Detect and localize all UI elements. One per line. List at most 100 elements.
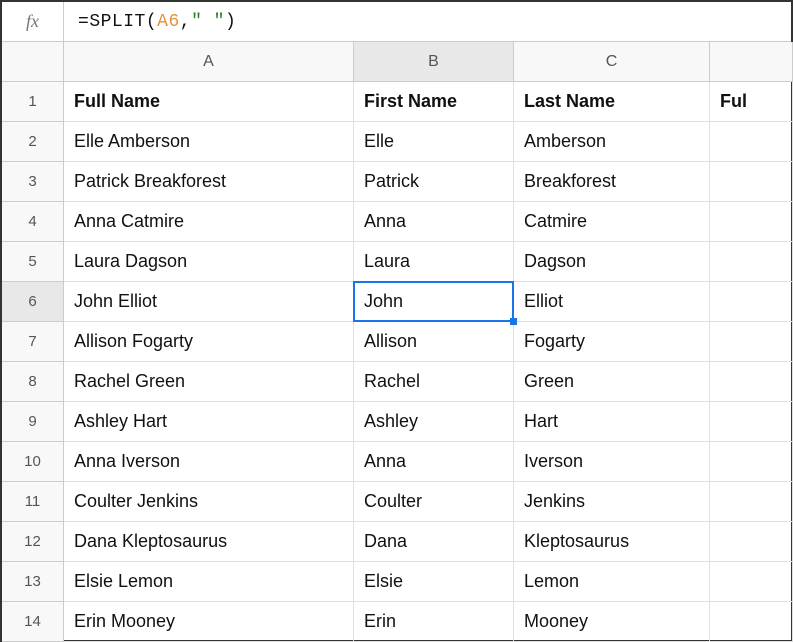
row-header-3[interactable]: 3	[2, 162, 64, 202]
cell[interactable]: Patrick	[354, 162, 514, 202]
corner-cell[interactable]	[2, 42, 64, 82]
cell[interactable]: Amberson	[514, 122, 710, 162]
cell[interactable]: Coulter Jenkins	[64, 482, 354, 522]
row-header-9[interactable]: 9	[2, 402, 64, 442]
formula-str: " "	[191, 12, 225, 32]
col-header-b[interactable]: B	[354, 42, 514, 82]
formula-open: (	[146, 12, 157, 32]
cell[interactable]: Ful	[710, 82, 793, 122]
cell[interactable]	[710, 122, 793, 162]
row-header-1[interactable]: 1	[2, 82, 64, 122]
row-header-2[interactable]: 2	[2, 122, 64, 162]
row-header-14[interactable]: 14	[2, 602, 64, 642]
table-row: 10 Anna Iverson Anna Iverson	[2, 442, 791, 482]
cell[interactable]: Patrick Breakforest	[64, 162, 354, 202]
cell[interactable]: Erin Mooney	[64, 602, 354, 642]
formula-input[interactable]: =SPLIT(A6," ")	[64, 2, 791, 41]
cell[interactable]: Anna Catmire	[64, 202, 354, 242]
row-header-4[interactable]: 4	[2, 202, 64, 242]
spreadsheet-grid: A B C 1 Full Name First Name Last Name F…	[2, 42, 791, 642]
cell[interactable]: Jenkins	[514, 482, 710, 522]
cell[interactable]	[710, 282, 793, 322]
table-row: 4 Anna Catmire Anna Catmire	[2, 202, 791, 242]
cell[interactable]: Iverson	[514, 442, 710, 482]
fx-icon: fx	[2, 2, 64, 41]
row-header-6[interactable]: 6	[2, 282, 64, 322]
cell[interactable]: Catmire	[514, 202, 710, 242]
cell[interactable]: Full Name	[64, 82, 354, 122]
cell[interactable]	[710, 522, 793, 562]
cell[interactable]	[710, 162, 793, 202]
cell[interactable]: Ashley Hart	[64, 402, 354, 442]
cell[interactable]	[710, 362, 793, 402]
cell[interactable]: Dana	[354, 522, 514, 562]
cell-selected[interactable]: John	[354, 282, 514, 322]
row-header-8[interactable]: 8	[2, 362, 64, 402]
table-row: 12 Dana Kleptosaurus Dana Kleptosaurus	[2, 522, 791, 562]
table-row: 3 Patrick Breakforest Patrick Breakfores…	[2, 162, 791, 202]
cell[interactable]: Rachel	[354, 362, 514, 402]
table-row: 13 Elsie Lemon Elsie Lemon	[2, 562, 791, 602]
cell[interactable]	[710, 562, 793, 602]
selection-handle[interactable]	[510, 318, 517, 325]
table-row: 8 Rachel Green Rachel Green	[2, 362, 791, 402]
cell[interactable]: Kleptosaurus	[514, 522, 710, 562]
cell[interactable]: Elsie	[354, 562, 514, 602]
table-row: 11 Coulter Jenkins Coulter Jenkins	[2, 482, 791, 522]
cell[interactable]: Laura	[354, 242, 514, 282]
row-header-10[interactable]: 10	[2, 442, 64, 482]
cell[interactable]: Mooney	[514, 602, 710, 642]
cell[interactable]: Erin	[354, 602, 514, 642]
table-row: 5 Laura Dagson Laura Dagson	[2, 242, 791, 282]
cell[interactable]: Laura Dagson	[64, 242, 354, 282]
col-header-d[interactable]	[710, 42, 793, 82]
formula-ref: A6	[157, 12, 180, 32]
cell[interactable]: John Elliot	[64, 282, 354, 322]
table-row: 6 John Elliot John Elliot	[2, 282, 791, 322]
column-headers-row: A B C	[2, 42, 791, 82]
cell[interactable]: Anna Iverson	[64, 442, 354, 482]
cell[interactable]: Hart	[514, 402, 710, 442]
cell[interactable]: Dana Kleptosaurus	[64, 522, 354, 562]
cell[interactable]: Dagson	[514, 242, 710, 282]
row-header-5[interactable]: 5	[2, 242, 64, 282]
cell[interactable]: Lemon	[514, 562, 710, 602]
cell[interactable]: Allison	[354, 322, 514, 362]
formula-bar: fx =SPLIT(A6," ")	[2, 2, 791, 42]
cell[interactable]: Rachel Green	[64, 362, 354, 402]
cell[interactable]	[710, 402, 793, 442]
row-header-13[interactable]: 13	[2, 562, 64, 602]
cell[interactable]: Elliot	[514, 282, 710, 322]
cell[interactable]: Coulter	[354, 482, 514, 522]
cell[interactable]: Breakforest	[514, 162, 710, 202]
row-header-7[interactable]: 7	[2, 322, 64, 362]
cell[interactable]: Green	[514, 362, 710, 402]
cell[interactable]: Ashley	[354, 402, 514, 442]
col-header-c[interactable]: C	[514, 42, 710, 82]
cell[interactable]	[710, 482, 793, 522]
cell[interactable]: Allison Fogarty	[64, 322, 354, 362]
formula-fn: SPLIT	[89, 12, 146, 32]
cell[interactable]: Elsie Lemon	[64, 562, 354, 602]
table-row: 2 Elle Amberson Elle Amberson	[2, 122, 791, 162]
row-header-11[interactable]: 11	[2, 482, 64, 522]
cell[interactable]: Fogarty	[514, 322, 710, 362]
row-header-12[interactable]: 12	[2, 522, 64, 562]
cell[interactable]: Anna	[354, 202, 514, 242]
cell[interactable]: Last Name	[514, 82, 710, 122]
cell[interactable]	[710, 602, 793, 642]
cell[interactable]: Elle	[354, 122, 514, 162]
cell[interactable]	[710, 202, 793, 242]
cell[interactable]: First Name	[354, 82, 514, 122]
col-header-a[interactable]: A	[64, 42, 354, 82]
formula-prefix: =	[78, 12, 89, 32]
cell[interactable]	[710, 322, 793, 362]
cell[interactable]: Anna	[354, 442, 514, 482]
cell[interactable]: Elle Amberson	[64, 122, 354, 162]
table-row: 1 Full Name First Name Last Name Ful	[2, 82, 791, 122]
cell[interactable]	[710, 442, 793, 482]
table-row: 9 Ashley Hart Ashley Hart	[2, 402, 791, 442]
table-row: 14 Erin Mooney Erin Mooney	[2, 602, 791, 642]
table-row: 7 Allison Fogarty Allison Fogarty	[2, 322, 791, 362]
cell[interactable]	[710, 242, 793, 282]
